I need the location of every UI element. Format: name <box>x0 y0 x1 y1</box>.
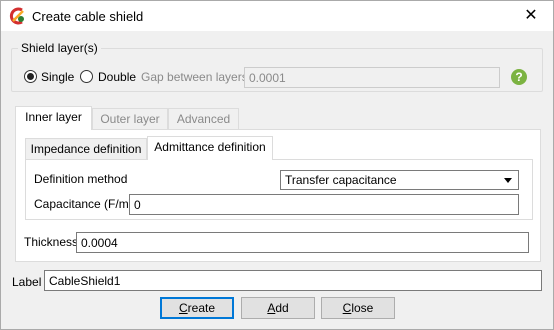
tab-advanced[interactable]: Advanced <box>168 108 239 130</box>
label-field-label: Label <box>12 275 42 289</box>
tab-inner-layer[interactable]: Inner layer <box>15 106 92 130</box>
chevron-down-icon <box>504 178 512 183</box>
title-bar: Create cable shield ✕ <box>1 1 553 31</box>
cst-app-icon <box>9 7 24 25</box>
window-title: Create cable shield <box>32 9 144 24</box>
create-button-mnemonic: C <box>178 301 188 315</box>
shield-layers-legend: Shield layer(s) <box>18 41 101 55</box>
capacitance-input[interactable]: 0 <box>129 194 519 215</box>
gap-between-layers-input[interactable]: 0.0001 <box>244 67 500 88</box>
close-button-label: lose <box>351 301 374 315</box>
close-button[interactable]: Close <box>321 297 395 319</box>
capacitance-label: Capacitance (F/m) <box>34 197 133 211</box>
tab-admittance-definition[interactable]: Admittance definition <box>147 136 273 160</box>
double-radio-label[interactable]: Double <box>98 70 136 84</box>
admittance-panel: Definition method Transfer capacitance C… <box>25 159 533 220</box>
add-button-label: dd <box>275 301 289 315</box>
gap-between-layers-label: Gap between layers <box>141 70 248 84</box>
definition-method-select[interactable]: Transfer capacitance <box>280 170 519 190</box>
single-radio-label[interactable]: Single <box>41 70 74 84</box>
single-radio[interactable] <box>24 70 37 83</box>
create-button[interactable]: Create <box>160 297 234 319</box>
double-radio[interactable] <box>80 70 93 83</box>
tab-impedance-definition[interactable]: Impedance definition <box>25 138 147 160</box>
add-button[interactable]: Add <box>241 297 315 319</box>
close-window-icon[interactable]: ✕ <box>509 1 553 31</box>
inner-layer-panel: Impedance definition Admittance definiti… <box>15 129 541 262</box>
tab-outer-layer[interactable]: Outer layer <box>92 108 168 130</box>
dialog-window: Create cable shield ✕ Shield layer(s) Si… <box>0 0 554 330</box>
label-input[interactable]: CableShield1 <box>44 270 542 291</box>
definition-method-label: Definition method <box>34 172 128 186</box>
definition-method-value: Transfer capacitance <box>285 173 397 187</box>
thickness-label: Thickness <box>24 235 79 249</box>
thickness-input[interactable]: 0.0004 <box>76 232 529 253</box>
help-icon[interactable]: ? <box>511 69 527 85</box>
shield-layers-group: Shield layer(s) Single Double Gap betwee… <box>11 41 543 92</box>
create-button-label: reate <box>187 301 216 315</box>
